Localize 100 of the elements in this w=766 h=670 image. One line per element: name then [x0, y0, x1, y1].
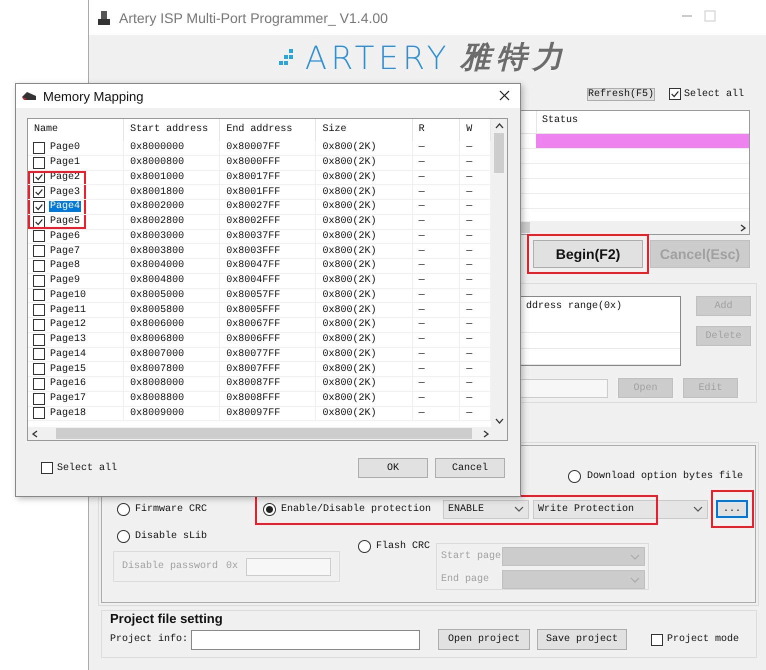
- table-cell: —: [412, 259, 460, 273]
- table-cell: 0x800(2K): [316, 141, 413, 155]
- table-cell: 0x80077FF: [220, 348, 316, 362]
- table-cell: 0x8006FFF: [220, 332, 316, 346]
- table-cell: —: [412, 230, 460, 244]
- table-cell: 0x8003000: [124, 230, 220, 244]
- column-header: Size: [316, 119, 413, 141]
- table-cell: 0x8002000: [124, 200, 220, 214]
- table-cell: 0x80027FF: [220, 200, 316, 214]
- table-cell: 0x8002FFF: [220, 214, 316, 228]
- table-cell: 0x8008800: [124, 392, 220, 406]
- table-cell: 0x8003800: [124, 244, 220, 258]
- table-cell: 0x800(2K): [316, 377, 413, 391]
- dialog-title: Memory Mapping: [43, 88, 144, 104]
- table-cell: 0x800(2K): [316, 348, 413, 362]
- table-cell: 0x8001800: [124, 185, 220, 199]
- table-cell: 0x8001FFF: [220, 185, 316, 199]
- table-cell: 0x8008000: [124, 377, 220, 391]
- table-cell: 0x8003FFF: [220, 244, 316, 258]
- table-cell: 0x800(2K): [316, 332, 413, 346]
- table-cell: 0x8006800: [124, 332, 220, 346]
- checkbox-label: Project mode: [667, 634, 740, 645]
- table-cell: 0x800(2K): [316, 170, 413, 184]
- table-cell: —: [412, 362, 460, 376]
- column-header: R: [412, 119, 460, 141]
- table-cell: 0x80047FF: [220, 259, 316, 273]
- checkbox-label: Select all: [57, 462, 118, 474]
- table-cell: 0x80007FF: [220, 141, 316, 155]
- table-cell: —: [412, 274, 460, 288]
- table-cell: 0x800(2K): [316, 259, 413, 273]
- table-cell: —: [412, 200, 460, 214]
- table-cell: —: [412, 332, 460, 346]
- table-cell: 0x800(2K): [316, 156, 413, 170]
- table-cell: 0x800(2K): [316, 392, 413, 406]
- column-header: End address: [220, 119, 316, 141]
- table-cell: 0x8001000: [124, 170, 220, 184]
- window-title: Artery ISP Multi-Port Programmer_ V1.4.00: [119, 10, 388, 26]
- column-header: Status: [541, 114, 580, 128]
- table-cell: 0x80067FF: [220, 318, 316, 332]
- table-cell: —: [412, 214, 460, 228]
- radio-label: Download option bytes file: [587, 471, 744, 482]
- table-cell: 0x800(2K): [316, 274, 413, 288]
- table-cell: —: [412, 348, 460, 362]
- table-cell: 0x8000000: [124, 141, 220, 155]
- table-cell: 0x800(2K): [316, 200, 413, 214]
- table-cell: 0x8007FFF: [220, 362, 316, 376]
- table-cell: 0x8000FFF: [220, 156, 316, 170]
- table-cell: 0x800(2K): [316, 214, 413, 228]
- radio-label: Flash CRC: [376, 541, 430, 552]
- table-cell: 0x800(2K): [316, 318, 413, 332]
- hex-prefix: 0x: [226, 561, 238, 572]
- table-cell: 0x80017FF: [220, 170, 316, 184]
- table-cell: —: [412, 244, 460, 258]
- table-cell: —: [412, 141, 460, 155]
- table-cell: 0x800(2K): [316, 288, 413, 302]
- table-cell: 0x800(2K): [316, 230, 413, 244]
- table-cell: —: [412, 288, 460, 302]
- table-cell: 0x8000800: [124, 156, 220, 170]
- table-cell: 0x8004FFF: [220, 274, 316, 288]
- table-cell: —: [412, 392, 460, 406]
- project-info-label: Project info:: [110, 634, 188, 645]
- table-cell: —: [412, 170, 460, 184]
- table-cell: 0x8005000: [124, 288, 220, 302]
- column-header: ddress range(0x): [526, 301, 622, 312]
- table-cell: 0x8004800: [124, 274, 220, 288]
- table-cell: 0x800(2K): [316, 303, 413, 317]
- radio-label: Firmware CRC: [135, 504, 208, 514]
- table-cell: —: [412, 377, 460, 391]
- table-cell: 0x80057FF: [220, 288, 316, 302]
- table-cell: —: [412, 303, 460, 317]
- table-cell: 0x80037FF: [220, 230, 316, 244]
- table-cell: 0x800(2K): [316, 362, 413, 376]
- table-cell: —: [412, 156, 460, 170]
- start-page-label: Start page: [441, 551, 502, 562]
- table-cell: 0x80097FF: [220, 406, 316, 420]
- radio-label: Disable sLib: [135, 531, 208, 542]
- table-cell: 0x8006000: [124, 318, 220, 332]
- table-cell: 0x8005800: [124, 303, 220, 317]
- password-label: Disable password: [122, 561, 218, 572]
- checkbox-label: Select all: [684, 88, 744, 100]
- table-cell: —: [412, 318, 460, 332]
- table-cell: —: [412, 185, 460, 199]
- group-title: Project file setting: [110, 611, 224, 626]
- table-cell: 0x8007800: [124, 362, 220, 376]
- table-cell: 0x8005FFF: [220, 303, 316, 317]
- column-header: Start address: [124, 119, 220, 141]
- table-cell: 0x8002800: [124, 214, 220, 228]
- table-cell: 0x80087FF: [220, 377, 316, 391]
- table-cell: 0x800(2K): [316, 244, 413, 258]
- end-page-label: End page: [441, 574, 490, 585]
- table-cell: 0x8007000: [124, 348, 220, 362]
- table-cell: —: [412, 406, 460, 420]
- table-cell: 0x8004000: [124, 259, 220, 273]
- table-cell: 0x800(2K): [316, 185, 413, 199]
- logo-wordmark: ARTERY: [305, 38, 450, 78]
- radio-label: Enable/Disable protection: [281, 504, 432, 514]
- logo-chinese-name: 雅特力: [460, 39, 568, 77]
- table-cell: 0x8008FFF: [220, 392, 316, 406]
- table-cell: 0x8009000: [124, 406, 220, 420]
- table-cell: 0x800(2K): [316, 406, 413, 420]
